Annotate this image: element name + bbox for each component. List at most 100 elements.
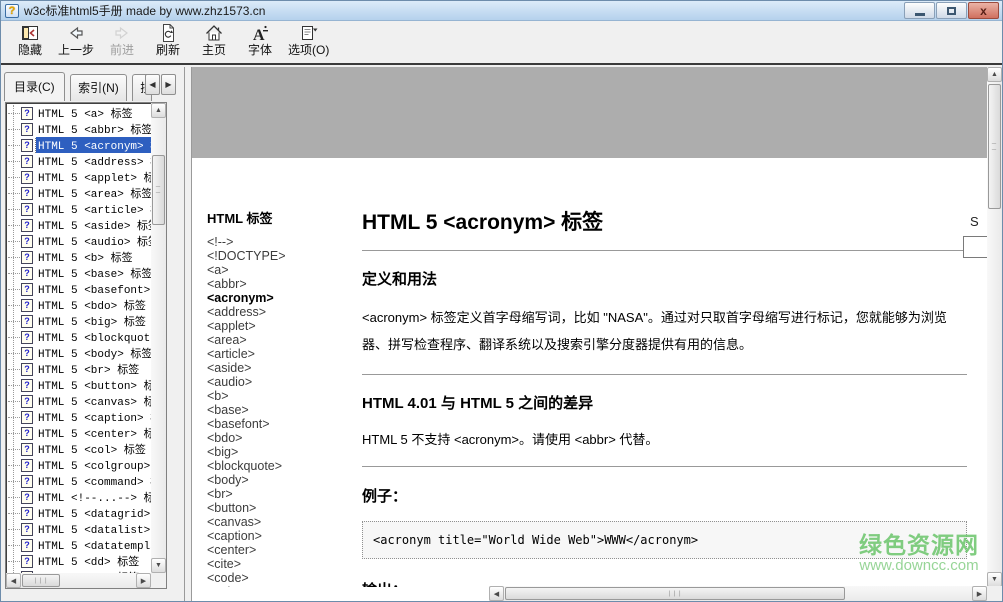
content-nav-link[interactable]: <area>	[207, 333, 357, 347]
content-nav-link[interactable]: <col>	[207, 585, 357, 587]
tree-item[interactable]: ?HTML 5 <dd> 标签	[6, 553, 151, 569]
tree-item[interactable]: ?HTML 5 <big> 标签	[6, 313, 151, 329]
content-horizontal-scrollbar[interactable]: ◀ | | | ▶	[489, 586, 987, 601]
titlebar[interactable]: ? w3c标准html5手册 made by www.zhz1573.cn x	[1, 1, 1002, 21]
content-vertical-scrollbar[interactable]: ▲ ── ▼	[987, 67, 1002, 587]
content-nav-link[interactable]: <acronym>	[207, 291, 357, 305]
clipped-search-input[interactable]	[963, 236, 987, 258]
tree-horizontal-scrollbar[interactable]: ◀ | | | ▶	[6, 573, 151, 588]
tree-connector	[8, 257, 20, 258]
tree-item[interactable]: ?HTML 5 <abbr> 标签	[6, 121, 151, 137]
maximize-button[interactable]	[936, 2, 967, 19]
help-page-icon: ?	[21, 107, 33, 120]
content-nav-link[interactable]: <bdo>	[207, 431, 357, 445]
content-nav-link[interactable]: <body>	[207, 473, 357, 487]
minimize-button[interactable]	[904, 2, 935, 19]
help-page-icon: ?	[21, 379, 33, 392]
content-nav-link[interactable]: <!DOCTYPE>	[207, 249, 357, 263]
scroll-up-icon[interactable]: ▲	[987, 67, 1002, 82]
navigation-pane: 目录(C) 索引(N) 搜 ◀ ▶ ?HTML 5 <a> 标签?HTML 5 …	[1, 67, 179, 601]
tree-item[interactable]: ?HTML 5 <caption> 标签	[6, 409, 151, 425]
tree-item[interactable]: ?HTML 5 <aside> 标签	[6, 217, 151, 233]
content-nav-link[interactable]: <b>	[207, 389, 357, 403]
tree-item[interactable]: ?HTML <!--...--> 标签	[6, 489, 151, 505]
content-nav-link[interactable]: <!-->	[207, 235, 357, 249]
tab-scroll-left-button[interactable]: ◀	[145, 74, 160, 95]
toolbar-button-options[interactable]: 选项(O)	[283, 23, 334, 58]
scroll-up-icon[interactable]: ▲	[151, 103, 166, 118]
help-page-icon: ?	[21, 555, 33, 568]
tree-vertical-scrollbar[interactable]: ▲ ── ▼	[151, 103, 166, 573]
tree-item[interactable]: ?HTML 5 <a> 标签	[6, 105, 151, 121]
tree-connector	[8, 161, 20, 162]
content-nav-link[interactable]: <button>	[207, 501, 357, 515]
content-nav-link[interactable]: <cite>	[207, 557, 357, 571]
content-nav-link[interactable]: <center>	[207, 543, 357, 557]
tree-item-label: HTML <!--...--> 标签	[36, 489, 151, 505]
content-nav-link[interactable]: <canvas>	[207, 515, 357, 529]
tree-item[interactable]: ?HTML 5 <address> 标签	[6, 153, 151, 169]
tree-item[interactable]: ?HTML 5 <br> 标签	[6, 361, 151, 377]
tab-contents[interactable]: 目录(C)	[4, 72, 65, 101]
refresh-icon	[157, 23, 179, 43]
scroll-left-icon[interactable]: ◀	[489, 586, 504, 601]
content-nav-link[interactable]: <abbr>	[207, 277, 357, 291]
scroll-down-icon[interactable]: ▼	[987, 572, 1002, 587]
content-nav-link[interactable]: <a>	[207, 263, 357, 277]
tree-item[interactable]: ?HTML 5 <center> 标签	[6, 425, 151, 441]
tree-item[interactable]: ?HTML 5 <area> 标签	[6, 185, 151, 201]
tree-vscroll-thumb[interactable]: ──	[152, 155, 165, 225]
content-nav-link[interactable]: <code>	[207, 571, 357, 585]
scroll-down-icon[interactable]: ▼	[151, 558, 166, 573]
tab-index[interactable]: 索引(N)	[70, 74, 127, 101]
tree-item[interactable]: ?HTML 5 <basefont> 标签	[6, 281, 151, 297]
close-button[interactable]: x	[968, 2, 999, 19]
tree-connector	[8, 177, 20, 178]
content-nav-link[interactable]: <aside>	[207, 361, 357, 375]
scroll-right-icon[interactable]: ▶	[136, 573, 151, 588]
toolbar-button-back[interactable]: 上一步	[53, 23, 99, 58]
tab-scroll-right-button[interactable]: ▶	[161, 74, 176, 95]
tree-item[interactable]: ?HTML 5 <command> 标签	[6, 473, 151, 489]
content-nav-link[interactable]: <address>	[207, 305, 357, 319]
tree-item-label: HTML 5 <base> 标签	[36, 265, 151, 281]
tree-item[interactable]: ?HTML 5 <b> 标签	[6, 249, 151, 265]
tree-item[interactable]: ?HTML 5 <applet> 标签	[6, 169, 151, 185]
content-nav-link[interactable]: <blockquote>	[207, 459, 357, 473]
content-vscroll-thumb[interactable]: ──	[988, 84, 1001, 209]
tree-item[interactable]: ?HTML 5 <canvas> 标签	[6, 393, 151, 409]
tree-item[interactable]: ?HTML 5 <datalist> 标签	[6, 521, 151, 537]
content-nav-link[interactable]: <audio>	[207, 375, 357, 389]
definition-text: <acronym> 标签定义首字母缩写词，比如 "NASA"。通过对只取首字母缩…	[362, 304, 967, 358]
content-nav-link[interactable]: <caption>	[207, 529, 357, 543]
content-nav-link[interactable]: <basefont>	[207, 417, 357, 431]
tree-item[interactable]: ?HTML 5 <base> 标签	[6, 265, 151, 281]
tree-item[interactable]: ?HTML 5 <datatemplate> 标签	[6, 537, 151, 553]
tree-item[interactable]: ?HTML 5 <colgroup> 标签	[6, 457, 151, 473]
scroll-right-icon[interactable]: ▶	[972, 586, 987, 601]
content-nav-link[interactable]: <br>	[207, 487, 357, 501]
tree-item[interactable]: ?HTML 5 <article> 标签	[6, 201, 151, 217]
toolbar-button-home[interactable]: 主页	[191, 23, 237, 58]
tree-item[interactable]: ?HTML 5 <bdo> 标签	[6, 297, 151, 313]
tree-hscroll-thumb[interactable]: | | |	[22, 574, 60, 587]
tree-item[interactable]: ?HTML 5 <acronym> 标签	[6, 137, 151, 153]
tree-item[interactable]: ?HTML 5 <col> 标签	[6, 441, 151, 457]
content-nav-link[interactable]: <article>	[207, 347, 357, 361]
tree-connector	[8, 113, 20, 114]
tree-item[interactable]: ?HTML 5 <datagrid> 标签	[6, 505, 151, 521]
toolbar-button-refresh[interactable]: 刷新	[145, 23, 191, 58]
content-nav-link[interactable]: <base>	[207, 403, 357, 417]
toolbar-button-font[interactable]: A字体	[237, 23, 283, 58]
content-nav-link[interactable]: <big>	[207, 445, 357, 459]
nav-tabs: 目录(C) 索引(N) 搜 ◀ ▶	[1, 67, 179, 97]
tree-item[interactable]: ?HTML 5 <body> 标签	[6, 345, 151, 361]
tree-item[interactable]: ?HTML 5 <button> 标签	[6, 377, 151, 393]
scroll-left-icon[interactable]: ◀	[6, 573, 21, 588]
content-nav-link[interactable]: <applet>	[207, 319, 357, 333]
tree-item[interactable]: ?HTML 5 <audio> 标签	[6, 233, 151, 249]
content-hscroll-thumb[interactable]: | | |	[505, 587, 845, 600]
toolbar-button-hide[interactable]: 隐藏	[7, 23, 53, 58]
tree-item[interactable]: ?HTML 5 <blockquote> 标签	[6, 329, 151, 345]
pane-splitter[interactable]	[179, 67, 191, 601]
